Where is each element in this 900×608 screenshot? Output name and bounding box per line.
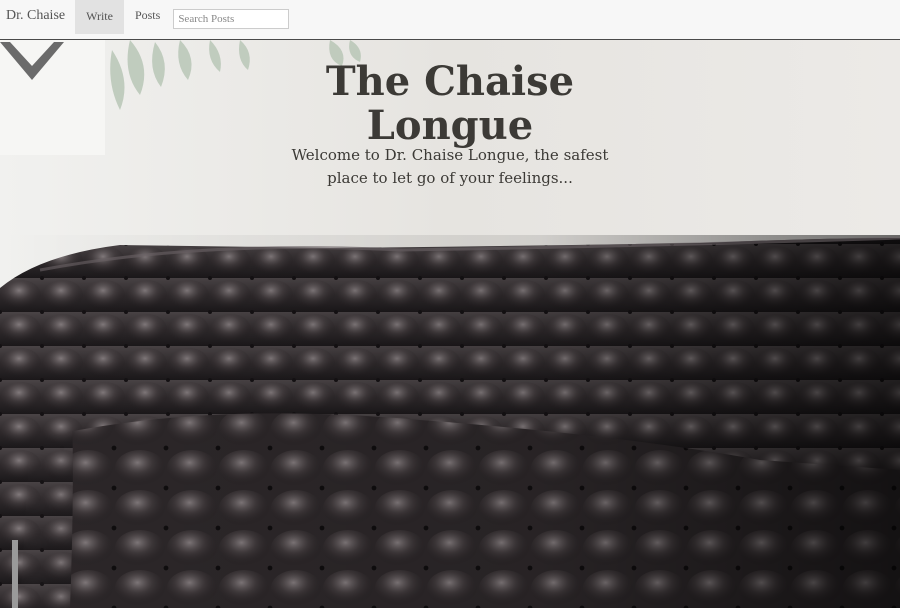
search-posts-input[interactable] <box>173 8 290 29</box>
nav-item-posts[interactable]: Posts <box>124 0 171 34</box>
brand-link[interactable]: Dr. Chaise <box>0 0 75 40</box>
hero-section: The Chaise Longue Welcome to Dr. Chaise … <box>0 40 900 608</box>
hero-title: The Chaise Longue <box>325 58 575 149</box>
top-navbar: Dr. Chaise Write Posts <box>0 0 900 40</box>
chevron-down-icon[interactable] <box>0 40 64 84</box>
hero-subtitle: Welcome to Dr. Chaise Longue, the safest… <box>291 146 609 187</box>
nav-item-write[interactable]: Write <box>75 0 124 34</box>
